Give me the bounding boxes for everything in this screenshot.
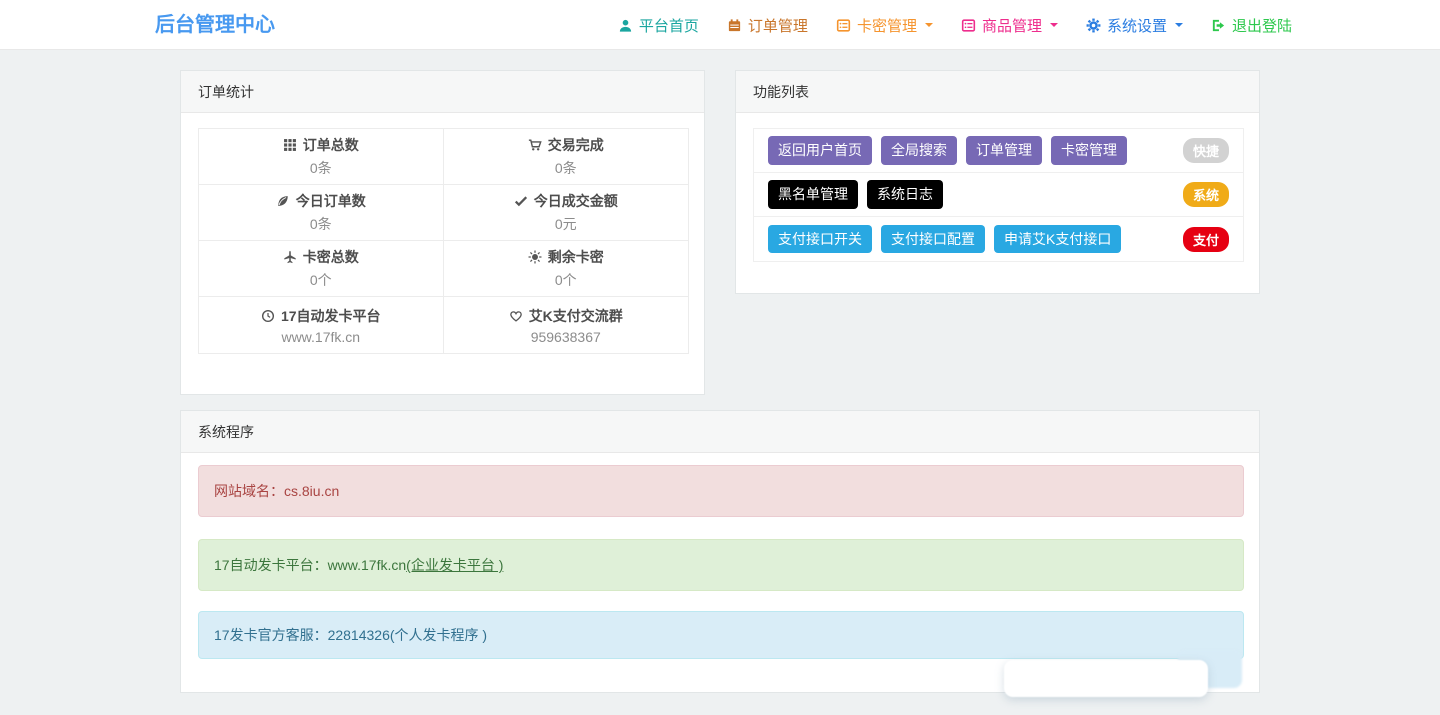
main-nav: 平台首页 订单管理 卡密管理 商品管理 系统设置 退出登陆 (618, 0, 1292, 50)
nav-item-logout[interactable]: 退出登陆 (1211, 15, 1292, 36)
stat-cell-today-orders: 今日订单数 0条 (199, 185, 444, 241)
alert-text: 网站域名：cs.8iu.cn (214, 483, 340, 499)
heart-icon (509, 309, 523, 323)
alert-site-domain: 网站域名：cs.8iu.cn (198, 465, 1244, 517)
stat-value: 0条 (309, 216, 332, 232)
stat-label: 艾K支付交流群 (528, 307, 623, 324)
user-icon (618, 18, 633, 33)
function-row-system: 黑名单管理 系统日志 系统 (754, 173, 1243, 217)
order-stats-title: 订单统计 (181, 71, 704, 113)
alert-text: 17自动发卡平台：www.17fk.cn (214, 557, 407, 573)
order-stats-panel: 订单统计 订单总数 0条 交易完成 0条 今日订单数 0条 今日成交金额 0元 … (180, 70, 705, 395)
sun-icon (528, 250, 542, 264)
stat-cell-completed: 交易完成 0条 (443, 129, 688, 185)
stat-label: 今日订单数 (295, 193, 366, 209)
stat-value: 959638367 (530, 328, 601, 345)
nav-item-label: 平台首页 (638, 17, 699, 35)
badge-quick: 快捷 (1182, 138, 1229, 163)
stat-cell-total-orders: 订单总数 0条 (199, 129, 444, 185)
check-icon (514, 194, 528, 208)
chevron-down-icon (1174, 23, 1183, 27)
badge-payment: 支付 (1182, 226, 1229, 252)
gear-icon (1086, 18, 1101, 33)
stat-value: 0个 (554, 272, 577, 288)
logout-icon (1211, 18, 1226, 33)
btn-pay-switch[interactable]: 支付接口开关 (768, 224, 872, 254)
function-list-title: 功能列表 (736, 71, 1259, 113)
stat-value: www.17fk.cn (281, 328, 361, 345)
stat-cell-total-cards: 卡密总数 0个 (199, 241, 444, 297)
nav-item-home[interactable]: 平台首页 (618, 15, 699, 36)
stat-label: 卡密总数 (302, 249, 359, 265)
stat-cell-remaining-cards: 剩余卡密 0个 (443, 241, 688, 297)
function-row-payment: 支付接口开关 支付接口配置 申请艾K支付接口 支付 (754, 217, 1243, 261)
stat-cell-today-amount: 今日成交金额 0元 (443, 185, 688, 241)
plane-icon (283, 250, 297, 264)
stats-table: 订单总数 0条 交易完成 0条 今日订单数 0条 今日成交金额 0元 卡密总数 … (198, 128, 689, 354)
app-title: 后台管理中心 (155, 14, 275, 36)
stat-label: 交易完成 (547, 137, 604, 153)
nav-item-label: 退出登陆 (1231, 17, 1292, 35)
calendar-icon (727, 18, 742, 33)
function-row-quick: 返回用户首页 全局搜索 订单管理 卡密管理 快捷 (754, 129, 1243, 173)
stat-value: 0元 (554, 216, 577, 232)
stat-cell-platform: 17自动发卡平台 www.17fk.cn (199, 297, 444, 353)
btn-pay-config[interactable]: 支付接口配置 (881, 224, 985, 254)
badge-system: 系统 (1182, 182, 1229, 207)
alert-text: 17发卡官方客服：22814326 (214, 627, 390, 643)
stat-label: 17自动发卡平台 (280, 307, 381, 324)
blur-artifact-white (1004, 660, 1208, 697)
btn-system-log[interactable]: 系统日志 (867, 180, 943, 209)
nav-item-orders[interactable]: 订单管理 (727, 15, 808, 36)
link-personal-program[interactable]: (个人发卡程序 ) (390, 625, 487, 645)
list-icon (836, 18, 851, 33)
chevron-down-icon (924, 23, 933, 27)
stat-label: 订单总数 (302, 137, 359, 153)
stat-label: 今日成交金额 (533, 193, 618, 209)
stat-cell-group: 艾K支付交流群 959638367 (444, 297, 689, 353)
function-box: 返回用户首页 全局搜索 订单管理 卡密管理 快捷 黑名单管理 系统日志 系统 支… (753, 128, 1244, 262)
top-navbar: 后台管理中心 平台首页 订单管理 卡密管理 商品管理 系统设置 退出登陆 (0, 0, 1440, 50)
chevron-down-icon (1049, 23, 1058, 27)
stat-value: 0条 (309, 160, 332, 176)
nav-item-label: 订单管理 (747, 17, 808, 35)
alert-official-support: 17发卡官方客服：22814326 (个人发卡程序 ) (198, 611, 1244, 659)
btn-back-user-home[interactable]: 返回用户首页 (768, 136, 872, 165)
link-enterprise-platform[interactable]: (企业发卡平台 ) (406, 555, 503, 575)
function-list-panel: 功能列表 返回用户首页 全局搜索 订单管理 卡密管理 快捷 黑名单管理 系统日志… (735, 70, 1260, 294)
btn-card-manage[interactable]: 卡密管理 (1051, 136, 1127, 165)
stat-label: 剩余卡密 (547, 249, 604, 265)
alert-card-platform: 17自动发卡平台：www.17fk.cn (企业发卡平台 ) (198, 539, 1244, 591)
stat-value: 0条 (554, 160, 577, 176)
btn-order-manage[interactable]: 订单管理 (966, 136, 1042, 165)
system-program-panel: 系统程序 网站域名：cs.8iu.cn 17自动发卡平台：www.17fk.cn… (180, 410, 1260, 693)
grid-icon (283, 138, 297, 152)
btn-blacklist-manage[interactable]: 黑名单管理 (768, 180, 858, 209)
nav-item-settings[interactable]: 系统设置 (1086, 15, 1183, 36)
nav-item-cards[interactable]: 卡密管理 (836, 15, 933, 36)
leaf-icon (276, 194, 290, 208)
nav-item-label: 卡密管理 (856, 17, 917, 35)
btn-apply-aik-pay[interactable]: 申请艾K支付接口 (994, 224, 1122, 254)
btn-global-search[interactable]: 全局搜索 (881, 136, 957, 165)
cart-icon (528, 138, 542, 152)
stat-value: 0个 (309, 272, 332, 288)
list-icon (961, 18, 976, 33)
nav-item-goods[interactable]: 商品管理 (961, 15, 1058, 36)
clock-icon (261, 309, 275, 323)
nav-item-label: 商品管理 (981, 17, 1042, 35)
page: 后台管理中心 平台首页 订单管理 卡密管理 商品管理 系统设置 退出登陆 订单统… (0, 0, 1440, 715)
nav-item-label: 系统设置 (1106, 17, 1167, 35)
system-program-title: 系统程序 (181, 411, 1259, 453)
